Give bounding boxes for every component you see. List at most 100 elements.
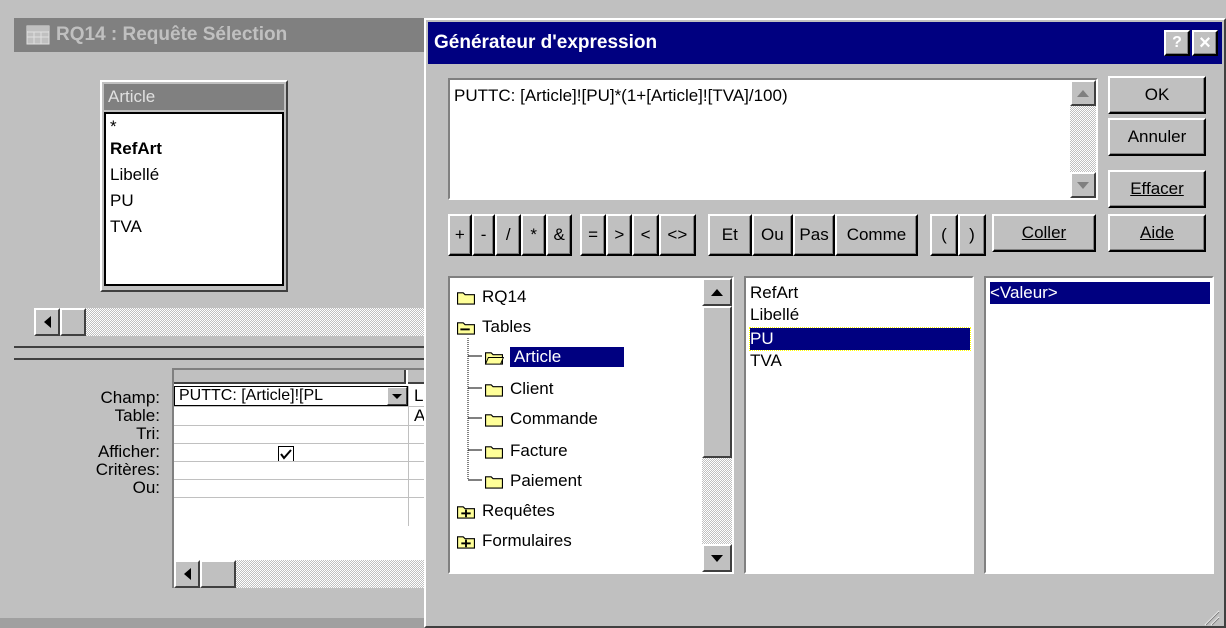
paste-button[interactable]: Coller xyxy=(992,214,1096,252)
expand-folder-icon xyxy=(457,505,475,519)
field-list-window[interactable]: Article * RefArt Libellé PU TVA xyxy=(100,80,288,292)
scroll-thumb[interactable] xyxy=(60,308,86,336)
ok-button[interactable]: OK xyxy=(1108,76,1206,114)
expression-text[interactable]: PUTTC: [Article]![PU]*(1+[Article]![TVA]… xyxy=(454,86,788,106)
fields-list-item[interactable]: TVA xyxy=(750,350,782,372)
folder-icon xyxy=(485,413,503,427)
query-window: RQ14 : Requête Sélection Article * RefAr… xyxy=(0,0,432,628)
tree-item-table[interactable]: Paiement xyxy=(484,468,582,494)
builder-titlebar[interactable]: Générateur d'expression ? × xyxy=(428,22,1222,64)
tree-item-tables[interactable]: Tables xyxy=(456,314,531,340)
chevron-down-icon xyxy=(392,393,402,399)
grid-scroll-thumb[interactable] xyxy=(200,560,236,588)
grid-row-line xyxy=(174,497,432,498)
folder-icon xyxy=(457,291,475,305)
builder-title: Générateur d'expression xyxy=(434,32,658,53)
design-grid: Champ: Table: Tri: Afficher: Critères: O… xyxy=(14,362,432,602)
arrow-left-icon xyxy=(43,316,51,328)
resize-grip-icon[interactable] xyxy=(1202,608,1220,626)
fields-list[interactable]: RefArt Libellé PU TVA xyxy=(744,276,974,574)
fields-list-item[interactable]: Libellé xyxy=(750,304,799,326)
arrow-up-icon xyxy=(1077,89,1089,97)
expand-folder-icon xyxy=(457,535,475,549)
close-paren-button[interactable]: ) xyxy=(958,214,986,256)
grid-col-line xyxy=(408,386,409,526)
query-icon xyxy=(26,25,50,45)
operator-multiply-button[interactable]: * xyxy=(520,214,547,256)
field-dropdown-button[interactable] xyxy=(387,387,407,405)
field-item[interactable]: PU xyxy=(110,190,134,212)
operator-notequal-button[interactable]: <> xyxy=(658,214,696,256)
table-pane: Article * RefArt Libellé PU TVA xyxy=(14,52,430,344)
operator-equals-button[interactable]: = xyxy=(580,214,607,256)
grid-row-line xyxy=(174,461,432,462)
tree-queries-label: Requêtes xyxy=(482,501,555,520)
show-checkbox[interactable] xyxy=(278,446,294,462)
pane-splitter[interactable] xyxy=(14,346,430,360)
operator-greater-button[interactable]: > xyxy=(606,214,633,256)
tree-scroll-thumb[interactable] xyxy=(702,306,732,458)
close-button[interactable]: × xyxy=(1192,30,1218,56)
tree-item-table[interactable]: Facture xyxy=(484,438,568,464)
expression-vscrollbar[interactable] xyxy=(1070,80,1096,198)
row-label-field: Champ: xyxy=(100,388,160,407)
tree-item-forms[interactable]: Formulaires xyxy=(456,528,572,554)
tree-vscrollbar[interactable] xyxy=(702,278,732,572)
values-list-item-selected[interactable]: <Valeur> xyxy=(990,282,1210,304)
tree-table-label: Facture xyxy=(510,441,568,460)
grid-hscrollbar[interactable] xyxy=(174,560,432,588)
field-item[interactable]: RefArt xyxy=(110,138,162,160)
field-list-title[interactable]: Article xyxy=(104,84,284,110)
tree-table-label: Client xyxy=(510,379,554,398)
tree-table-label: Commande xyxy=(510,409,598,428)
help-button[interactable]: Aide xyxy=(1108,214,1206,252)
operator-plus-button[interactable]: + xyxy=(448,214,472,256)
operator-concat-button[interactable]: & xyxy=(546,214,572,256)
tree-item-root[interactable]: RQ14 xyxy=(456,284,526,310)
tree-scroll-down-button[interactable] xyxy=(702,544,732,572)
values-list[interactable]: <Valeur> xyxy=(984,276,1214,574)
table-pane-hscrollbar[interactable] xyxy=(34,308,430,336)
row-label-show: Afficher: xyxy=(97,442,160,461)
column-selector[interactable] xyxy=(174,370,406,384)
field-item[interactable]: TVA xyxy=(110,216,142,238)
open-paren-button[interactable]: ( xyxy=(930,214,958,256)
row-label-or: Ou: xyxy=(132,478,160,497)
object-tree[interactable]: RQ14 Tables Article Client Commande Fact… xyxy=(448,276,734,574)
operator-less-button[interactable]: < xyxy=(632,214,659,256)
help-title-button[interactable]: ? xyxy=(1164,30,1190,56)
row-label-criteria: Critères: xyxy=(95,460,160,479)
tree-item-table[interactable]: Client xyxy=(484,376,553,402)
tree-scroll-up-button[interactable] xyxy=(702,278,732,306)
expression-box[interactable]: PUTTC: [Article]![PU]*(1+[Article]![TVA]… xyxy=(448,78,1098,200)
operator-like-button[interactable]: Comme xyxy=(834,214,918,256)
expr-scroll-down-button[interactable] xyxy=(1070,172,1096,198)
operator-group-arith: + - / * & xyxy=(448,214,572,256)
scroll-left-button[interactable] xyxy=(34,308,60,336)
operator-minus-button[interactable]: - xyxy=(471,214,496,256)
clear-button[interactable]: Effacer xyxy=(1108,170,1206,208)
paste-button-label: Coller xyxy=(1021,223,1067,242)
operator-and-button[interactable]: Et xyxy=(708,214,752,256)
cancel-button[interactable]: Annuler xyxy=(1108,118,1206,156)
row-label-table: Table: xyxy=(114,406,160,425)
tree-table-label-selected: Article xyxy=(510,347,624,367)
fields-list-item-selected[interactable]: PU xyxy=(749,327,971,351)
folder-icon xyxy=(485,475,503,489)
tree-root-label: RQ14 xyxy=(482,287,527,306)
operator-not-button[interactable]: Pas xyxy=(793,214,835,256)
operator-group-logic: Et Ou Pas Comme xyxy=(708,214,918,256)
tree-item-table[interactable]: Commande xyxy=(484,406,598,432)
operator-divide-button[interactable]: / xyxy=(495,214,521,256)
grid-scroll-left-button[interactable] xyxy=(174,560,200,588)
operator-or-button[interactable]: Ou xyxy=(751,214,794,256)
tree-item-table[interactable]: Article xyxy=(484,344,624,370)
fields-list-item[interactable]: RefArt xyxy=(750,282,798,304)
tree-item-queries[interactable]: Requêtes xyxy=(456,498,555,524)
field-item[interactable]: * xyxy=(110,116,117,138)
query-window-titlebar[interactable]: RQ14 : Requête Sélection xyxy=(14,18,430,52)
field-item[interactable]: Libellé xyxy=(110,164,159,186)
grid-cell-field-1[interactable]: PUTTC: [Article]![PL xyxy=(174,386,408,406)
expr-scroll-up-button[interactable] xyxy=(1070,80,1096,106)
field-list[interactable]: * RefArt Libellé PU TVA xyxy=(104,112,284,286)
